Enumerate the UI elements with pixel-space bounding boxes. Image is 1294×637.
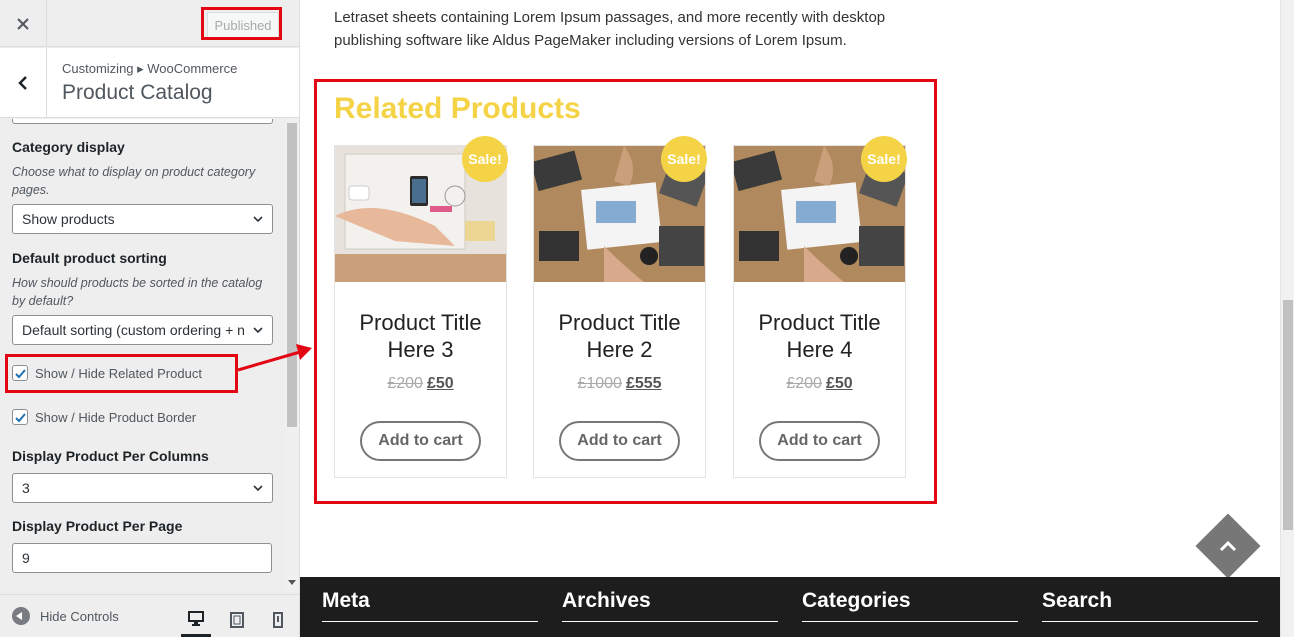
tablet-icon (230, 612, 244, 628)
sale-badge: Sale! (661, 136, 707, 182)
per-columns-select[interactable]: 3 (12, 473, 273, 503)
preview-tablet-button[interactable] (222, 603, 252, 637)
customizer-sidebar: Published Customizing ▸ WooCommerce Prod… (0, 0, 300, 637)
close-customizer-button[interactable] (0, 0, 47, 47)
product-card[interactable]: Sale! Product Title Here 3 £200 £50 Add t… (334, 136, 508, 478)
per-page-title: Display Product Per Page (12, 518, 183, 534)
previous-control-field[interactable] (12, 119, 273, 124)
per-columns-value: 3 (22, 480, 30, 496)
annotation-box-related-toggle (5, 354, 238, 393)
product-price: £200 £50 (335, 375, 506, 393)
show-product-border-label: Show / Hide Product Border (35, 409, 197, 425)
page-title: Product Catalog (62, 81, 213, 104)
content-paragraph: Letraset sheets containing Lorem Ipsum p… (334, 9, 886, 49)
product-title[interactable]: Product Title Here 3 (335, 309, 506, 363)
close-icon (17, 17, 29, 30)
category-display-description: Choose what to display on product catego… (12, 165, 256, 197)
product-card[interactable]: Sale! Product Title Here 2 £1000 £555 Add… (533, 136, 707, 478)
add-to-cart-button[interactable]: Add to cart (559, 421, 680, 461)
chevron-down-icon (253, 216, 263, 223)
sale-badge: Sale! (861, 136, 907, 182)
footer-widget-title: Search (1042, 589, 1113, 612)
add-to-cart-button[interactable]: Add to cart (759, 421, 880, 461)
show-product-border-checkbox[interactable]: Show / Hide Product Border (12, 409, 196, 425)
default-sorting-title: Default product sorting (12, 250, 167, 266)
customizer-footer: Hide Controls (0, 594, 299, 637)
footer-widget-title: Meta (322, 589, 370, 612)
product-price: £200 £50 (734, 375, 905, 393)
sale-badge: Sale! (462, 136, 508, 182)
original-price: £1000 (577, 375, 622, 392)
customizer-header: Published (0, 0, 299, 47)
chevron-up-icon (1214, 532, 1242, 560)
preview-mobile-button[interactable] (263, 603, 293, 637)
default-sorting-description: How should products be sorted in the cat… (12, 276, 263, 308)
section-header: Customizing ▸ WooCommerce Product Catalo… (0, 48, 299, 118)
chevron-left-icon (18, 76, 27, 90)
original-price: £200 (786, 375, 822, 392)
product-title[interactable]: Product Title Here 4 (734, 309, 905, 363)
footer-widget-search: Search (1042, 589, 1258, 622)
footer-widget-title: Categories (802, 589, 911, 612)
product-title[interactable]: Product Title Here 2 (534, 309, 705, 363)
desktop-icon (188, 611, 204, 626)
sale-price: £50 (426, 375, 454, 392)
sale-price: £50 (825, 375, 853, 392)
product-price: £1000 £555 (534, 375, 705, 393)
scroll-down-arrow-icon[interactable] (288, 580, 296, 585)
hide-controls-button[interactable]: Hide Controls (12, 607, 119, 625)
default-sorting-value: Default sorting (custom ordering + n (22, 322, 245, 338)
footer-widget-archives: Archives (562, 589, 778, 622)
back-button[interactable] (0, 48, 47, 118)
annotation-arrow-icon (237, 344, 312, 372)
preview-scroll-thumb[interactable] (1283, 300, 1293, 530)
footer-widget-title: Archives (562, 589, 651, 612)
related-products-heading: Related Products (334, 92, 581, 125)
add-to-cart-button[interactable]: Add to cart (360, 421, 481, 461)
preview-desktop-button[interactable] (181, 603, 211, 637)
hide-controls-label: Hide Controls (40, 608, 119, 624)
original-price: £200 (387, 375, 423, 392)
preview-scrollbar[interactable] (1280, 0, 1294, 637)
site-preview: Letraset sheets containing Lorem Ipsum p… (300, 0, 1280, 637)
mobile-icon (273, 612, 283, 628)
breadcrumb: Customizing ▸ WooCommerce (62, 61, 238, 76)
annotation-box-published (201, 7, 282, 40)
default-sorting-select[interactable]: Default sorting (custom ordering + n (12, 315, 273, 345)
per-columns-title: Display Product Per Columns (12, 448, 209, 464)
footer-widget-meta: Meta (322, 589, 538, 622)
footer-widget-categories: Categories (802, 589, 1018, 622)
checkbox-checked[interactable] (12, 409, 28, 425)
sale-price: £555 (625, 375, 662, 392)
per-page-input[interactable]: 9 (12, 543, 272, 573)
category-display-value: Show products (22, 211, 115, 227)
sidebar-scroll-thumb[interactable] (287, 123, 297, 427)
product-card[interactable]: Sale! Product Title Here 4 £200 £50 Add t… (733, 136, 907, 478)
site-footer: Meta Archives Categories Search (300, 577, 1280, 637)
category-display-select[interactable]: Show products (12, 204, 273, 234)
chevron-down-icon (253, 485, 263, 492)
collapse-icon (12, 607, 30, 625)
checkmark-icon (15, 413, 26, 423)
category-display-title: Category display (12, 139, 125, 155)
chevron-down-icon (253, 327, 263, 334)
